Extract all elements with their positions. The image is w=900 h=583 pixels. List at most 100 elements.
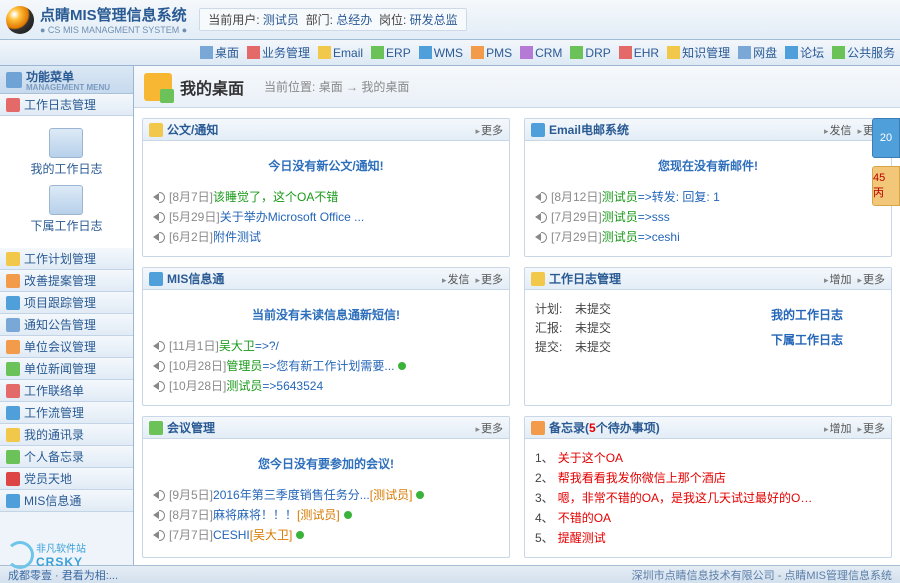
card-会议管理: 会议管理更多您今日没有要参加的会议![9月5日]2016年第三季度销售任务分..… [142, 416, 510, 558]
sidebar-item-工作计划管理[interactable]: 工作计划管理 [0, 248, 133, 270]
menu-PMS[interactable]: PMS [471, 46, 512, 60]
card-action-更多[interactable]: 更多 [475, 420, 503, 436]
sidebar-item-单位新闻管理[interactable]: 单位新闻管理 [0, 358, 133, 380]
meeting-link[interactable]: CESHI [213, 526, 250, 544]
sidebar-item-项目跟踪管理[interactable]: 项目跟踪管理 [0, 292, 133, 314]
group-icon [6, 450, 20, 464]
user-info: 当前用户: 测试员 部门: 总经办 岗位: 研发总监 [199, 8, 466, 31]
menu-CRM[interactable]: CRM [520, 46, 562, 60]
menu-icon [738, 46, 751, 59]
menu-业务管理[interactable]: 业务管理 [247, 44, 310, 61]
card-icon [149, 123, 163, 137]
sidebar-item-党员天地[interactable]: 党员天地 [0, 468, 133, 490]
sidebar: 功能菜单 MANAGEMENT MENU 工作日志管理我的工作日志下属工作日志工… [0, 66, 134, 565]
card-action-更多[interactable]: 更多 [857, 420, 885, 436]
brand-cn: 点睛MIS管理信息系统 [40, 4, 187, 25]
desktop-icon [144, 73, 172, 101]
card-action-更多[interactable]: 更多 [857, 271, 885, 287]
memo-item[interactable]: 提醒测试 [558, 529, 606, 547]
worklog-link[interactable]: 下属工作日志 [771, 331, 881, 348]
menu-WMS[interactable]: WMS [419, 46, 463, 60]
notice-link[interactable]: 附件测试 [213, 228, 261, 246]
card-icon [149, 421, 163, 435]
horn-icon [153, 490, 166, 501]
group-icon [6, 494, 20, 508]
menu-Email[interactable]: Email [318, 46, 363, 60]
menu-DRP[interactable]: DRP [570, 46, 610, 60]
sidebar-item-工作流管理[interactable]: 工作流管理 [0, 402, 133, 424]
brand: 点睛MIS管理信息系统 ● CS MIS MANAGMENT SYSTEM ● [40, 4, 187, 35]
memo-item[interactable]: 嗯，非常不错的OA，是我这几天试过最好的O… [558, 489, 813, 507]
menu-icon [6, 72, 22, 88]
group-icon [6, 318, 20, 332]
sidebar-item-工作联络单[interactable]: 工作联络单 [0, 380, 133, 402]
side-stub[interactable]: 45 丙 [872, 166, 900, 206]
email-link[interactable]: 转发: 回复: 1 [652, 188, 720, 206]
card-action-增加[interactable]: 增加 [824, 271, 852, 287]
group-icon [6, 274, 20, 288]
sidebar-item-我的通讯录[interactable]: 我的通讯录 [0, 424, 133, 446]
menu-ERP[interactable]: ERP [371, 46, 411, 60]
email-link[interactable]: sss [652, 208, 670, 226]
meeting-link[interactable]: 麻将麻将！！！ [213, 506, 297, 524]
memo-item[interactable]: 关于这个OA [558, 449, 623, 467]
dashboard-cards: 公文/通知更多今日没有新公文/通知![8月7日] 该睡觉了，这个OA不错[5月2… [134, 108, 900, 565]
email-link[interactable]: ceshi [652, 228, 680, 246]
horn-icon [535, 232, 548, 243]
card-公文/通知: 公文/通知更多今日没有新公文/通知![8月7日] 该睡觉了，这个OA不错[5月2… [142, 118, 510, 257]
card-MIS信息通: MIS信息通发信更多当前没有未读信息通新短信![11月1日]吴大卫=>?/[10… [142, 267, 510, 406]
card-action-发信[interactable]: 发信 [442, 271, 470, 287]
horn-icon [153, 381, 166, 392]
menu-EHR[interactable]: EHR [619, 46, 659, 60]
top-bar: 点睛MIS管理信息系统 ● CS MIS MANAGMENT SYSTEM ● … [0, 0, 900, 40]
group-icon [6, 98, 20, 112]
sidebar-item-MIS信息通[interactable]: MIS信息通 [0, 490, 133, 512]
notice-link[interactable]: 关于举办Microsoft Office ... [220, 208, 364, 226]
horn-icon [153, 361, 166, 372]
card-action-增加[interactable]: 增加 [824, 420, 852, 436]
card-action-更多[interactable]: 更多 [475, 122, 503, 138]
horn-icon [153, 510, 166, 521]
memo-item[interactable]: 不错的OA [558, 509, 611, 527]
status-dot [398, 362, 406, 370]
group-icon [6, 252, 20, 266]
horn-icon [153, 341, 166, 352]
worklog-link[interactable]: 我的工作日志 [771, 306, 881, 323]
menu-icon [419, 46, 432, 59]
horn-icon [153, 232, 166, 243]
page-title: 我的桌面 [180, 75, 244, 99]
menu-知识管理[interactable]: 知识管理 [667, 44, 730, 61]
sidebar-big-我的工作日志[interactable]: 我的工作日志 [30, 128, 102, 177]
horn-icon [153, 212, 166, 223]
side-stub[interactable]: 20 [872, 118, 900, 158]
sidebar-item-单位会议管理[interactable]: 单位会议管理 [0, 336, 133, 358]
status-bar: 成都零壹 · 君看为相:... 深圳市点睛信息技术有限公司 - 点睛MIS管理信… [0, 565, 900, 583]
group-icon [6, 340, 20, 354]
sidebar-item-个人备忘录[interactable]: 个人备忘录 [0, 446, 133, 468]
horn-icon [535, 212, 548, 223]
menu-桌面[interactable]: 桌面 [200, 44, 239, 61]
card-action-更多[interactable]: 更多 [475, 271, 503, 287]
notice-link[interactable]: 该睡觉了，这个OA不错 [213, 188, 338, 206]
folder-icon [49, 185, 83, 215]
menu-网盘[interactable]: 网盘 [738, 44, 777, 61]
mis-link[interactable]: 5643524 [276, 377, 323, 395]
menu-icon [785, 46, 798, 59]
memo-item[interactable]: 帮我看看我发你微信上那个酒店 [558, 469, 726, 487]
main-area: 我的桌面 当前位置: 桌面 → 我的桌面 公文/通知更多今日没有新公文/通知![… [134, 66, 900, 565]
menu-icon [318, 46, 331, 59]
menu-论坛[interactable]: 论坛 [785, 44, 824, 61]
meeting-link[interactable]: 2016年第三季度销售任务分... [213, 486, 370, 504]
menu-公共服务[interactable]: 公共服务 [832, 44, 895, 61]
mis-link[interactable]: ?/ [269, 337, 279, 355]
sidebar-item-工作日志管理[interactable]: 工作日志管理 [0, 94, 133, 116]
group-icon [6, 296, 20, 310]
mis-link[interactable]: 您有新工作计划需要... [276, 357, 394, 375]
sidebar-item-通知公告管理[interactable]: 通知公告管理 [0, 314, 133, 336]
group-icon [6, 384, 20, 398]
card-action-发信[interactable]: 发信 [824, 122, 852, 138]
group-icon [6, 362, 20, 376]
sidebar-item-改善提案管理[interactable]: 改善提案管理 [0, 270, 133, 292]
card-工作日志管理: 工作日志管理增加更多我的工作日志下属工作日志计划:未提交汇报:未提交提交:未提交 [524, 267, 892, 406]
sidebar-big-下属工作日志[interactable]: 下属工作日志 [30, 185, 102, 234]
